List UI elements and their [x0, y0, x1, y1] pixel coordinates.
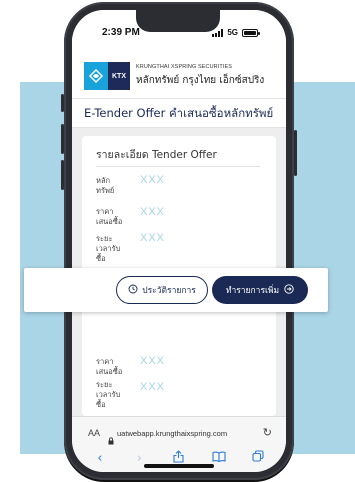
offer-price-label: ราคาเสนอซื้อ — [96, 207, 123, 226]
notch — [136, 10, 220, 32]
url-text[interactable]: uatwebapp.krungthaixspring.com — [117, 429, 227, 438]
brand-name-th: หลักทรัพย์ กรุงไทย เอ็กซ์สปริง — [136, 75, 265, 86]
status-bar: 2:39 PM 5G — [72, 10, 286, 50]
phone-screen: 2:39 PM 5G KTX KRUNGTHAI XSPRING SECURIT… — [72, 10, 286, 472]
brand-logo[interactable]: KTX — [84, 62, 130, 90]
network-label: 5G — [227, 28, 238, 37]
mute-switch — [61, 94, 64, 112]
brand-name-en: KRUNGTHAI XSPRING SECURITIES — [136, 64, 233, 70]
brand-header: KTX KRUNGTHAI XSPRING SECURITIES หลักทรั… — [72, 58, 286, 98]
security-value: XXX — [140, 174, 166, 186]
card-title: รายละเอียด Tender Offer — [96, 149, 217, 161]
volume-up-button — [61, 124, 64, 154]
divider — [96, 166, 260, 167]
offer-period-label: ระยะเวลารับซื้อ — [96, 234, 121, 263]
phone-frame: 2:39 PM 5G KTX KRUNGTHAI XSPRING SECURIT… — [61, 2, 297, 480]
volume-down-button — [61, 160, 64, 190]
signal-icon — [212, 28, 224, 37]
lock-icon — [108, 430, 114, 444]
offer-price-label-2: ราคาเสนอซื้อ — [96, 357, 123, 376]
status-indicators: 5G — [212, 28, 260, 37]
back-icon[interactable]: ‹ — [90, 451, 110, 466]
security-label: หลักทรัพย์ — [96, 176, 115, 195]
home-indicator — [144, 464, 214, 468]
power-button — [294, 130, 297, 176]
tabs-icon[interactable] — [248, 450, 268, 466]
offer-period-value-2: XXX — [140, 381, 166, 393]
reader-aa-button[interactable]: AA — [88, 428, 100, 438]
arrow-right-circle-icon — [284, 283, 294, 297]
ktx-logo-text: KTX — [108, 62, 130, 90]
add-transaction-button[interactable]: ทำรายการเพิ่ม — [212, 276, 308, 304]
offer-period-label-2: ระยะเวลารับซื้อ — [96, 380, 121, 409]
reload-icon[interactable]: ↻ — [263, 426, 272, 439]
battery-icon — [242, 28, 260, 37]
url-bar[interactable]: AA uatwebapp.krungthaixspring.com ↻ — [82, 423, 276, 444]
clock-icon — [128, 284, 138, 297]
offer-period-value: XXX — [140, 232, 166, 244]
offer-price-value-2: XXX — [140, 355, 166, 367]
history-button-label: ประวัติรายการ — [142, 286, 196, 296]
page-title: E-Tender Offer คำเสนอซื้อหลักทรัพย์ — [84, 106, 274, 120]
history-button[interactable]: ประวัติรายการ — [116, 276, 208, 304]
status-time: 2:39 PM — [102, 27, 140, 38]
action-panel: ประวัติรายการ ทำรายการเพิ่ม — [24, 268, 328, 312]
offer-price-value: XXX — [140, 206, 166, 218]
ktb-bird-icon — [84, 62, 108, 90]
title-bar: E-Tender Offer คำเสนอซื้อหลักทรัพย์ — [72, 98, 286, 128]
add-transaction-label: ทำรายการเพิ่ม — [225, 286, 280, 296]
